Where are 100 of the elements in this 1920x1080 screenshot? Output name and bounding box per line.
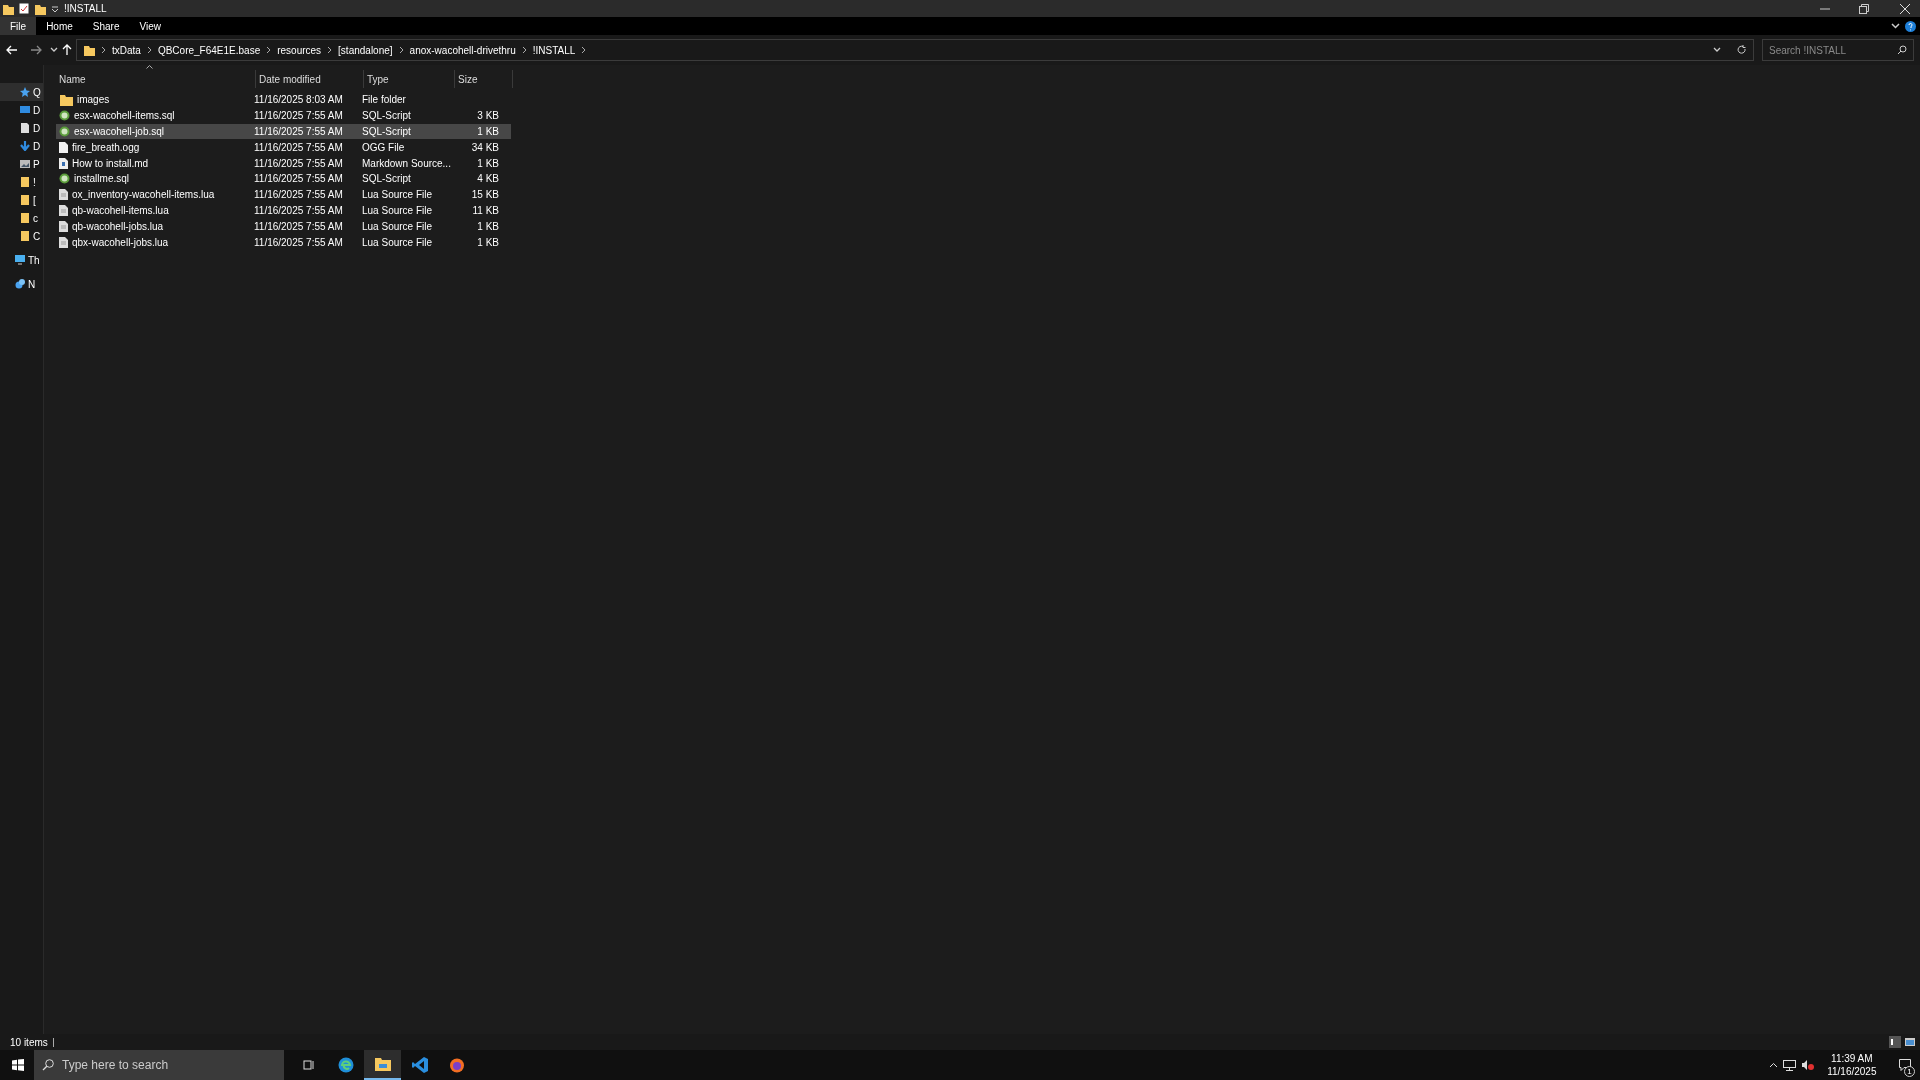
date-cell-text: 11/16/2025 7:55 AM xyxy=(253,219,344,234)
date-cell-text: 11/16/2025 7:55 AM xyxy=(253,188,344,203)
chevron-icon xyxy=(101,46,106,54)
nav-item[interactable]: c xyxy=(0,209,43,227)
dropdown-icon[interactable] xyxy=(1713,47,1721,53)
date-cell-text: 11/16/2025 7:55 AM xyxy=(253,140,344,155)
chevron-icon xyxy=(327,46,333,54)
taskbar-app-button[interactable] xyxy=(364,1050,401,1080)
nav-item[interactable]: P xyxy=(0,155,43,173)
address-bar[interactable]: txData QBCore_F64E1E.base resources [standalone] anox-wacohell-drivethru !INSTALL xyxy=(76,39,1754,61)
nav-item[interactable]: Th xyxy=(0,251,43,269)
details-view-icon[interactable] xyxy=(1889,1036,1902,1048)
column-header[interactable]: Type xyxy=(364,70,455,88)
nav-item[interactable]: C xyxy=(0,227,43,245)
file-row[interactable]: ox_inventory-wacohell-items.lua 11/16/2025 7:55 AM Lua Source File 15 KB xyxy=(56,186,511,203)
window-title: !INSTALL xyxy=(64,2,107,16)
ribbon-tab[interactable]: Home xyxy=(36,17,83,35)
nav-item[interactable]: N xyxy=(0,275,43,293)
file-name: esx-wacohell-job.sql xyxy=(74,125,165,139)
document-icon xyxy=(20,123,30,133)
date-cell-text: 11/16/2025 7:55 AM xyxy=(253,125,344,139)
folder-icon[interactable] xyxy=(34,2,46,15)
document-icon xyxy=(59,204,68,216)
restore-icon[interactable] xyxy=(1859,3,1869,14)
thumbnails-view-icon[interactable] xyxy=(1904,1036,1916,1048)
task-view-icon xyxy=(302,1059,315,1071)
document-icon xyxy=(59,141,68,153)
notifications-button[interactable]: 1 xyxy=(1890,1050,1920,1080)
file-row[interactable]: fire_breath.ogg 11/16/2025 7:55 AM OGG File 34 KB xyxy=(56,139,511,156)
file-row[interactable]: How to install.md 11/16/2025 7:55 AM Markdown Source... 1 KB xyxy=(56,155,511,171)
nav-item[interactable]: D xyxy=(0,119,43,137)
ribbon-tab[interactable]: File xyxy=(0,17,37,35)
folder-icon xyxy=(374,1057,391,1071)
muted-speaker-icon[interactable] xyxy=(1801,1060,1814,1070)
refresh-icon[interactable] xyxy=(1737,45,1747,55)
file-row[interactable]: esx-wacohell-items.sql 11/16/2025 7:55 AM SQL-Script 3 KB xyxy=(56,107,511,124)
size-cell: 1 KB xyxy=(477,126,499,137)
type-cell-text: OGG File xyxy=(361,140,406,155)
type-cell-text: SQL-Script xyxy=(361,125,412,139)
breadcrumb-item[interactable]: QBCore_F64E1E.base xyxy=(157,42,261,58)
size-cell: 1 KB xyxy=(477,157,499,169)
nav-item[interactable]: Q xyxy=(0,83,43,101)
help-icon[interactable] xyxy=(1905,20,1916,32)
nav-item[interactable]: D xyxy=(0,137,43,155)
taskbar-search-field[interactable]: Type here to search xyxy=(34,1050,284,1080)
size-cell: 3 KB xyxy=(477,110,499,122)
file-name: ox_inventory-wacohell-items.lua xyxy=(72,188,215,203)
type-cell-text: Lua Source File xyxy=(361,235,434,250)
breadcrumb-item[interactable]: !INSTALL xyxy=(532,42,576,58)
breadcrumb-item[interactable]: [standalone] xyxy=(338,42,393,58)
dropdown-icon[interactable] xyxy=(51,4,59,13)
file-name: images xyxy=(77,93,110,108)
download-arrow-icon xyxy=(20,141,30,151)
date-cell-text: 11/16/2025 7:55 AM xyxy=(253,235,344,250)
start-icon[interactable] xyxy=(12,1059,24,1071)
nav-item[interactable]: ! xyxy=(0,173,43,191)
back-arrow-icon[interactable] xyxy=(6,45,18,55)
ribbon-tab[interactable]: View xyxy=(129,17,171,35)
type-cell-text: Lua Source File xyxy=(361,203,434,218)
size-cell: 34 KB xyxy=(471,141,499,153)
file-row[interactable]: images 11/16/2025 8:03 AM File folder xyxy=(56,92,511,108)
chevron-up-icon[interactable] xyxy=(1768,1062,1778,1068)
column-header[interactable]: Date modified xyxy=(256,70,364,88)
search-field[interactable]: Search !INSTALL xyxy=(1762,39,1914,61)
file-row[interactable]: qb-wacohell-items.lua 11/16/2025 7:55 AM Lua Source File 11 KB xyxy=(56,202,511,219)
file-name: qb-wacohell-jobs.lua xyxy=(72,219,164,234)
expand-icon[interactable] xyxy=(1890,23,1900,29)
breadcrumb-item[interactable]: resources xyxy=(277,42,322,58)
chevron-icon xyxy=(398,46,404,54)
code-editor-icon xyxy=(411,1057,428,1073)
computer-icon xyxy=(15,255,25,265)
file-row[interactable]: esx-wacohell-job.sql 11/16/2025 7:55 AM SQL-Script 1 KB xyxy=(56,123,511,140)
file-name: fire_breath.ogg xyxy=(72,140,140,155)
nav-item[interactable]: [ xyxy=(0,191,43,209)
forward-arrow-icon[interactable] xyxy=(30,45,42,55)
type-cell-text: SQL-Script xyxy=(361,109,412,124)
column-header[interactable]: Name xyxy=(56,70,256,88)
dropdown-icon[interactable] xyxy=(50,47,58,53)
search-icon xyxy=(42,1059,54,1071)
file-row[interactable]: qbx-wacohell-jobs.lua 11/16/2025 7:55 AM Lua Source File 1 KB xyxy=(56,234,511,250)
size-cell: 15 KB xyxy=(471,189,499,201)
document-icon xyxy=(59,236,68,248)
breadcrumb-item[interactable]: anox-wacohell-drivethru xyxy=(409,42,516,58)
file-name: qb-wacohell-items.lua xyxy=(72,203,169,218)
up-arrow-icon[interactable] xyxy=(62,44,72,56)
database-file-icon xyxy=(59,110,70,122)
document-icon xyxy=(59,220,68,232)
date-cell-text: 11/16/2025 7:55 AM xyxy=(253,172,344,187)
nav-item[interactable]: D xyxy=(0,101,43,119)
ribbon-tab[interactable]: Share xyxy=(82,17,130,35)
type-cell-text: Lua Source File xyxy=(361,188,434,203)
chevron-icon[interactable] xyxy=(581,46,587,54)
column-header[interactable]: Size xyxy=(455,70,513,88)
file-name: esx-wacohell-items.sql xyxy=(74,109,175,124)
close-icon[interactable] xyxy=(1900,3,1910,14)
file-row[interactable]: installme.sql 11/16/2025 7:55 AM SQL-Script 4 KB xyxy=(56,171,511,187)
file-row[interactable]: qb-wacohell-jobs.lua 11/16/2025 7:55 AM Lua Source File 1 KB xyxy=(56,218,511,235)
breadcrumb-item[interactable]: txData xyxy=(112,42,141,58)
date-cell-text: 11/16/2025 8:03 AM xyxy=(253,93,344,108)
clock[interactable]: 11:39 AM 11/16/2025 xyxy=(1827,1052,1877,1078)
